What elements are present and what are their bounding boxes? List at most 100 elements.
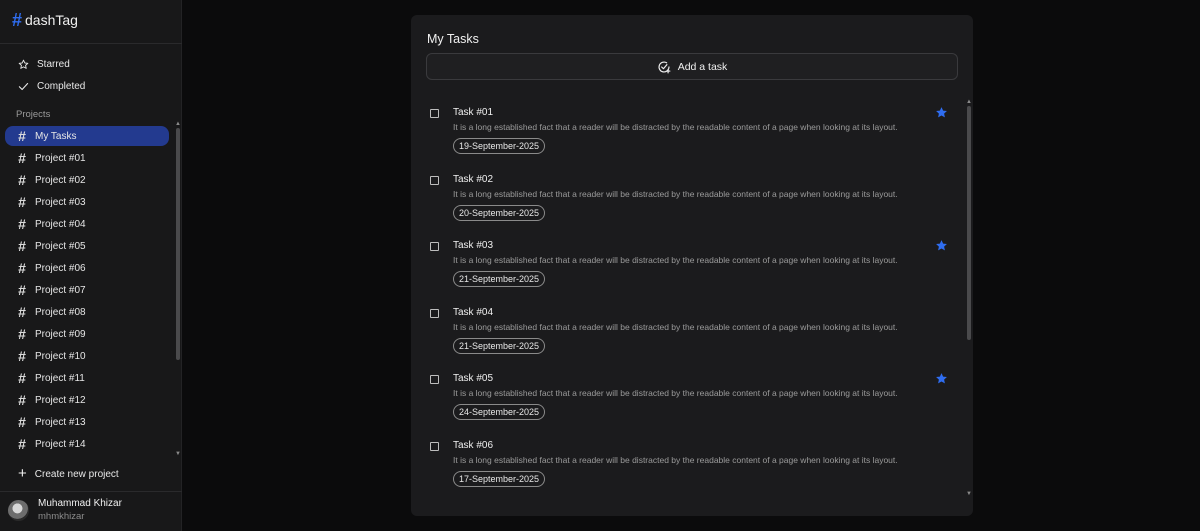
task-item[interactable]: Task #06 It is a long established fact th… — [411, 434, 959, 500]
task-item[interactable]: Task #05 It is a long established fact th… — [411, 367, 959, 433]
task-item[interactable]: Task #02 It is a long established fact th… — [411, 168, 959, 234]
app-name: dashTag — [25, 12, 78, 28]
project-label: Project #02 — [35, 174, 86, 186]
task-description: It is a long established fact that a rea… — [453, 122, 898, 132]
task-item[interactable]: Task #04 It is a long established fact th… — [411, 301, 959, 367]
project-label: Project #04 — [35, 218, 86, 230]
star-filled-icon[interactable] — [935, 106, 948, 119]
task-date-badge: 24-September-2025 — [453, 404, 546, 421]
sidebar-project-item[interactable]: # My Tasks — [5, 126, 169, 146]
sidebar-project-item[interactable]: # Project #02 — [5, 170, 169, 190]
project-label: Project #09 — [35, 328, 86, 340]
scroll-up-arrow[interactable]: ▲ — [175, 121, 181, 127]
task-item[interactable]: Task #01 It is a long established fact th… — [411, 101, 959, 167]
project-label: Project #10 — [35, 350, 86, 362]
task-date-badge: 21-September-2025 — [453, 337, 546, 354]
add-task-label: Add a task — [677, 60, 728, 73]
task-date-badge: 19-September-2025 — [453, 138, 546, 154]
project-label: Project #13 — [35, 416, 86, 428]
create-project-label: Create new project — [34, 468, 119, 480]
scroll-down-arrow[interactable]: ▼ — [175, 451, 181, 457]
sidebar: # dashTag Starred Completed Projects # My… — [0, 0, 182, 531]
app-logo[interactable]: # dashTag — [12, 11, 78, 29]
sidebar-project-item[interactable]: # Project #12 — [5, 390, 169, 410]
sidebar-project-item[interactable]: # Project #08 — [5, 302, 169, 322]
task-checkbox[interactable] — [430, 375, 439, 385]
task-checkbox[interactable] — [430, 242, 439, 252]
task-checkbox[interactable] — [430, 442, 439, 451]
hash-icon: # — [18, 392, 26, 408]
hash-icon: # — [18, 282, 26, 298]
sidebar-project-item[interactable]: # Project #05 — [5, 236, 169, 256]
task-date-badge: 20-September-2025 — [453, 204, 546, 221]
task-date-badge: 17-September-2025 — [453, 471, 546, 487]
task-description: It is a long established fact that a rea… — [453, 188, 898, 199]
sidebar-project-item[interactable]: # Project #14 — [5, 434, 169, 454]
tasks-panel: My Tasks Add a task Task #01 It is a long… — [411, 15, 973, 516]
hash-icon: # — [18, 194, 26, 210]
hash-icon: # — [18, 326, 26, 342]
project-label: Project #12 — [35, 394, 86, 406]
task-title: Task #01 — [453, 107, 494, 118]
project-label: Project #08 — [35, 306, 86, 318]
scroll-up-arrow[interactable]: ▲ — [966, 99, 972, 105]
star-filled-icon[interactable] — [935, 372, 948, 385]
task-checkbox[interactable] — [430, 109, 439, 118]
user-handle: mhmkhizar — [38, 511, 85, 522]
create-project-button[interactable]: + Create new project — [18, 465, 119, 482]
task-title: Task #04 — [453, 306, 494, 318]
scroll-down-arrow[interactable]: ▼ — [966, 491, 972, 497]
nav-completed-label: Completed — [37, 80, 86, 92]
task-description: It is a long established fact that a rea… — [453, 255, 898, 266]
task-title: Task #03 — [453, 240, 494, 252]
star-outline-icon — [18, 59, 29, 69]
task-checkbox[interactable] — [430, 308, 439, 318]
hash-icon: # — [18, 348, 26, 364]
nav-starred[interactable]: Starred — [18, 56, 70, 72]
plus-icon: + — [18, 465, 27, 482]
project-label: Project #11 — [35, 372, 85, 384]
project-label: Project #01 — [35, 152, 86, 164]
add-task-button[interactable]: Add a task — [426, 53, 958, 80]
task-title: Task #06 — [453, 440, 494, 451]
hash-icon: # — [18, 370, 26, 386]
hash-icon: # — [18, 436, 26, 452]
hash-icon: # — [18, 238, 26, 254]
sidebar-project-item[interactable]: # Project #13 — [5, 412, 169, 432]
hash-icon: # — [18, 414, 26, 430]
project-label: Project #03 — [35, 196, 86, 208]
user-profile[interactable]: Muhammad Khizar mhmkhizar — [8, 497, 122, 523]
star-filled-icon[interactable] — [935, 239, 948, 252]
task-description: It is a long established fact that a rea… — [453, 321, 898, 332]
divider — [0, 43, 182, 44]
sidebar-scrollbar[interactable] — [176, 128, 180, 360]
project-label: Project #14 — [35, 438, 86, 450]
sidebar-project-item[interactable]: # Project #03 — [5, 192, 169, 212]
sidebar-project-item[interactable]: # Project #06 — [5, 258, 169, 278]
sidebar-project-item[interactable]: # Project #07 — [5, 280, 169, 300]
hash-icon: # — [18, 216, 26, 232]
task-title: Task #02 — [453, 173, 494, 185]
sidebar-project-item[interactable]: # Project #04 — [5, 214, 169, 234]
projects-section-title: Projects — [16, 109, 51, 120]
hash-icon: # — [18, 128, 26, 144]
avatar — [8, 499, 29, 521]
hash-icon: # — [18, 260, 26, 276]
task-description: It is a long established fact that a rea… — [453, 455, 898, 465]
sidebar-project-item[interactable]: # Project #10 — [5, 346, 169, 366]
task-description: It is a long established fact that a rea… — [453, 388, 898, 399]
nav-completed[interactable]: Completed — [18, 78, 85, 94]
sidebar-project-item[interactable]: # Project #11 — [5, 368, 169, 388]
hash-icon: # — [18, 172, 26, 188]
divider — [0, 491, 182, 492]
project-list: # My Tasks # Project #01 # Project #02 # Projec… — [5, 126, 171, 454]
sidebar-project-item[interactable]: # Project #09 — [5, 324, 169, 344]
task-checkbox[interactable] — [430, 175, 439, 185]
check-icon — [18, 82, 29, 90]
tasks-scrollbar[interactable] — [967, 106, 971, 340]
add-task-icon — [658, 61, 671, 73]
nav-starred-label: Starred — [37, 58, 70, 70]
page-title: My Tasks — [427, 32, 479, 46]
task-item[interactable]: Task #03 It is a long established fact th… — [411, 234, 959, 300]
sidebar-project-item[interactable]: # Project #01 — [5, 148, 169, 168]
